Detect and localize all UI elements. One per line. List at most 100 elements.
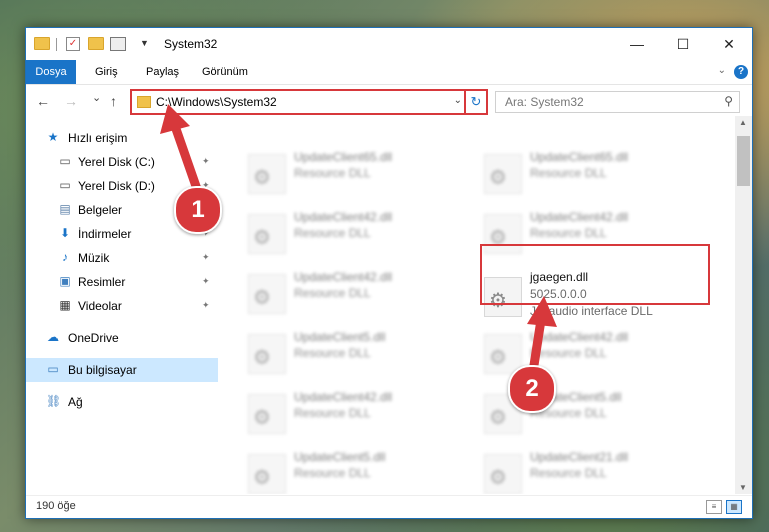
help-icon[interactable]: ?	[734, 65, 748, 79]
file-description: Resource DLL	[294, 466, 371, 480]
sidebar-item-music[interactable]: ♪ Müzik ✦	[26, 246, 218, 270]
list-item[interactable]: UpdateClient65.dll Resource DLL	[248, 148, 468, 204]
download-icon: ⬇	[59, 226, 71, 240]
list-item[interactable]: UpdateClient21.dll Resource DLL	[484, 448, 704, 494]
sidebar-item-label: Bu bilgisayar	[68, 363, 137, 377]
sidebar-item-videos[interactable]: ▦ Videolar ✦	[26, 294, 218, 318]
file-description: Resource DLL	[530, 166, 607, 180]
search-placeholder: Ara: System32	[505, 95, 584, 109]
tiles-view-icon[interactable]: ▦	[726, 500, 742, 514]
sidebar-item-label: Videolar	[78, 299, 122, 313]
new-folder-icon[interactable]	[88, 37, 104, 50]
tab-gorunum[interactable]: Görünüm	[202, 60, 248, 84]
drive-icon: ▭	[59, 178, 71, 192]
sidebar-item-label: Belgeler	[78, 203, 123, 217]
music-icon: ♪	[62, 250, 68, 264]
file-name: UpdateClient21.dll	[530, 450, 629, 464]
minimize-button[interactable]: —	[614, 28, 660, 60]
expand-ribbon-chevron-icon[interactable]: ⌄	[718, 65, 726, 76]
back-arrow-icon[interactable]: ←	[36, 93, 50, 109]
sidebar-item-label: Ağ	[68, 395, 83, 409]
file-description: Resource DLL	[294, 406, 371, 420]
tab-dosya[interactable]: Dosya	[26, 60, 76, 84]
step-2-badge: 2	[508, 365, 556, 413]
scrollbar-thumb[interactable]	[737, 136, 750, 186]
cloud-icon: ☁	[47, 330, 59, 344]
dll-file-icon	[248, 334, 286, 374]
documents-icon: ▤	[59, 202, 71, 216]
sidebar-item-label: İndirmeler	[78, 227, 132, 241]
search-input[interactable]: Ara: System32 ⚲	[495, 91, 740, 113]
up-arrow-icon[interactable]: ↑	[110, 93, 117, 109]
network-icon: ⛓	[46, 394, 62, 408]
sidebar-item-label: Müzik	[78, 251, 110, 265]
file-name: UpdateClient42.dll	[294, 390, 393, 404]
file-description: Resource DLL	[530, 226, 607, 240]
address-bar[interactable]: C:\Windows\System32 ⌄	[130, 89, 470, 115]
file-description: Resource DLL	[530, 346, 607, 360]
dll-file-icon	[484, 334, 522, 374]
tab-giris[interactable]: Giriş	[95, 60, 118, 84]
tab-paylas[interactable]: Paylaş	[146, 60, 179, 84]
forward-arrow-icon[interactable]: →	[64, 93, 78, 109]
pictures-icon: ▣	[59, 274, 71, 288]
sidebar-item-onedrive[interactable]: ☁ OneDrive	[26, 326, 218, 350]
file-name: UpdateClient42.dll	[294, 210, 393, 224]
sidebar-item-this-pc[interactable]: ▭ Bu bilgisayar	[26, 358, 218, 382]
maximize-button[interactable]: ☐	[660, 28, 706, 60]
address-path[interactable]: C:\Windows\System32	[156, 95, 277, 109]
pin-icon: ✦	[202, 276, 210, 286]
list-item[interactable]: UpdateClient42.dll Resource DLL	[248, 268, 468, 324]
refresh-button[interactable]: ↻	[464, 89, 488, 115]
file-name: UpdateClient42.dll	[294, 270, 393, 284]
close-button[interactable]: ✕	[706, 28, 752, 60]
list-item[interactable]: UpdateClient5.dll Resource DLL	[248, 448, 468, 494]
view-options-icon[interactable]	[110, 37, 126, 51]
scroll-down-arrow-icon[interactable]: ▼	[739, 483, 747, 492]
list-item[interactable]: UpdateClient42.dll Resource DLL	[248, 388, 468, 444]
folder-icon	[137, 96, 151, 108]
window-title: System32	[164, 37, 218, 51]
address-dropdown-chevron-icon[interactable]: ⌄	[454, 95, 462, 106]
video-icon: ▦	[59, 298, 71, 312]
sidebar-item-pictures[interactable]: ▣ Resimler ✦	[26, 270, 218, 294]
file-name: UpdateClient42.dll	[530, 330, 629, 344]
file-name: UpdateClient65.dll	[294, 150, 393, 164]
scroll-up-arrow-icon[interactable]: ▲	[739, 118, 747, 127]
sidebar-item-quick-access[interactable]: ★ Hızlı erişim	[26, 126, 218, 150]
list-item[interactable]: UpdateClient42.dll Resource DLL	[248, 208, 468, 264]
dll-file-icon	[248, 154, 286, 194]
details-view-icon[interactable]: ≡	[706, 500, 722, 514]
dll-file-icon	[248, 214, 286, 254]
navigation-bar: ← → ⌄ ↑ C:\Windows\System32 ⌄ ↻ Ara: Sys…	[26, 84, 752, 117]
highlight-box	[480, 244, 710, 305]
sidebar-item-label: Yerel Disk (C:)	[78, 155, 155, 169]
sidebar-item-label: Yerel Disk (D:)	[78, 179, 155, 193]
search-icon[interactable]: ⚲	[724, 94, 733, 108]
status-bar: 190 öğe ≡ ▦	[26, 495, 752, 518]
star-icon: ★	[47, 130, 59, 144]
file-name: UpdateClient65.dll	[530, 150, 629, 164]
sidebar-item-network[interactable]: ⛓ Ağ	[26, 390, 218, 414]
sidebar-item-local-disk-c[interactable]: ▭ Yerel Disk (C:) ✦	[26, 150, 218, 174]
file-description: JG audio interface DLL	[530, 304, 653, 318]
file-list: UpdateClient65.dll Resource DLL UpdateCl…	[218, 116, 735, 494]
list-item[interactable]: UpdateClient5.dll Resource DLL	[248, 328, 468, 384]
file-name: UpdateClient5.dll	[294, 450, 386, 464]
dll-file-icon	[484, 454, 522, 494]
dll-file-icon	[248, 274, 286, 314]
customize-toolbar-chevron-icon[interactable]: ▼	[140, 38, 149, 52]
pin-icon: ✦	[202, 300, 210, 310]
pin-icon: ✦	[202, 252, 210, 262]
file-name: UpdateClient5.dll	[294, 330, 386, 344]
list-item[interactable]: UpdateClient65.dll Resource DLL	[484, 148, 704, 204]
title-bar: ✓ ▼ System32 — ☐ ✕	[26, 28, 752, 60]
folder-icon	[34, 37, 50, 50]
vertical-scrollbar[interactable]: ▲ ▼	[735, 116, 752, 494]
recent-locations-chevron-icon[interactable]: ⌄	[92, 91, 101, 104]
properties-check-icon[interactable]: ✓	[66, 37, 80, 51]
item-count: 190 öğe	[36, 500, 76, 512]
separator	[56, 38, 57, 51]
sidebar-item-label: Resimler	[78, 275, 126, 289]
file-description: Resource DLL	[294, 166, 371, 180]
